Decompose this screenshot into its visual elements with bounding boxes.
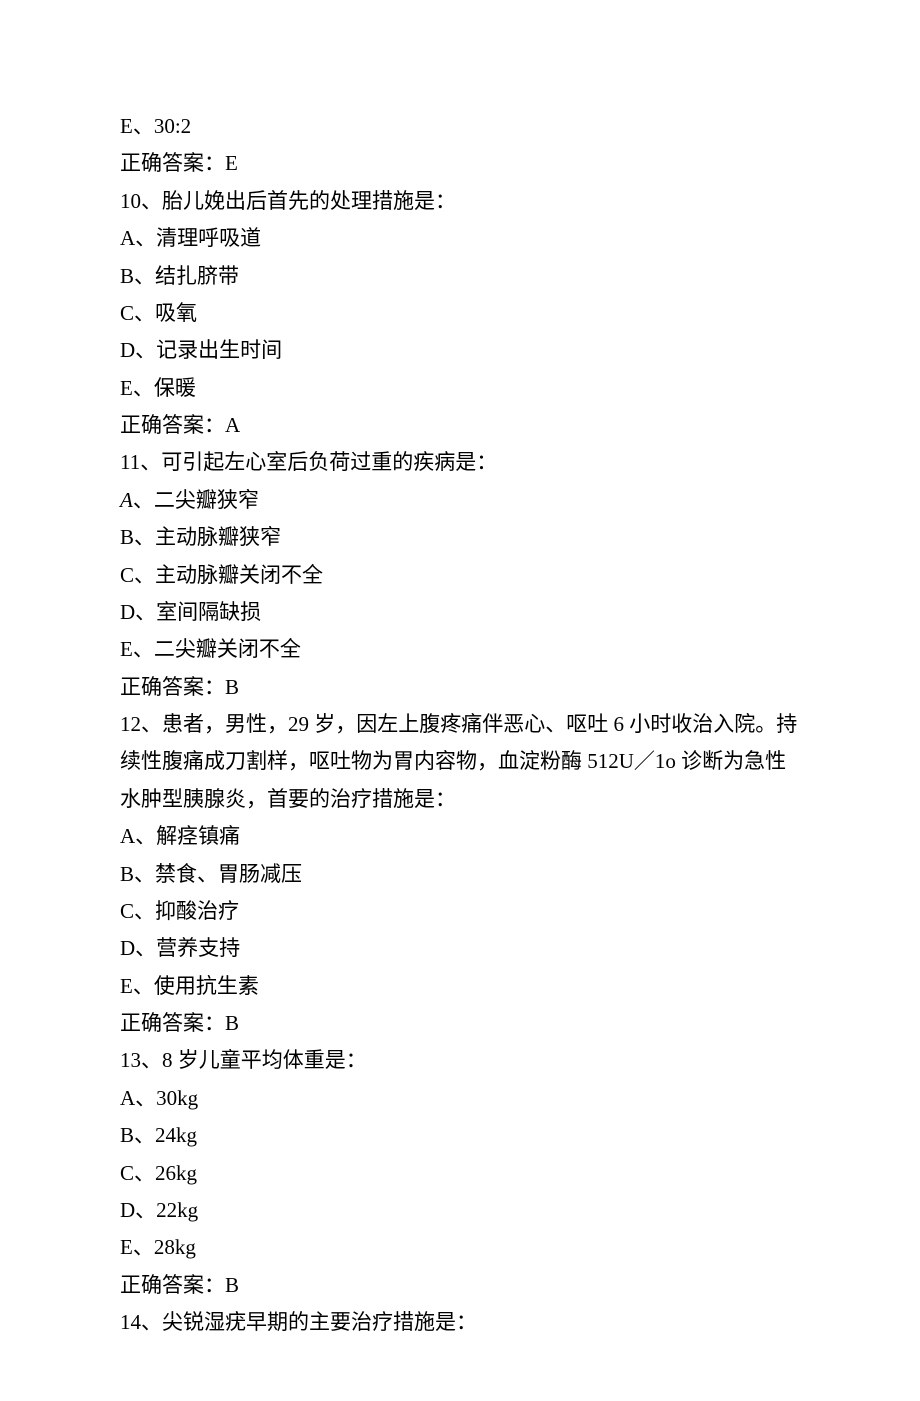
text-line: E、二尖瓣关闭不全 <box>120 631 800 668</box>
text-line: D、记录出生时间 <box>120 332 800 369</box>
text-line: 正确答案：B <box>120 1005 800 1042</box>
text-line: 正确答案：A <box>120 407 800 444</box>
document-page: E、30:2正确答案：E10、胎儿娩出后首先的处理措施是：A、清理呼吸道B、结扎… <box>0 0 920 1401</box>
text-line: 10、胎儿娩出后首先的处理措施是： <box>120 183 800 220</box>
text-line: A、解痉镇痛 <box>120 818 800 855</box>
text-line: 13、8 岁儿童平均体重是： <box>120 1042 800 1079</box>
text-line: E、28kg <box>120 1229 800 1266</box>
option-rest: 、二尖瓣狭窄 <box>133 488 259 512</box>
text-line: D、22kg <box>120 1192 800 1229</box>
text-line: E、保暖 <box>120 370 800 407</box>
text-line: B、24kg <box>120 1117 800 1154</box>
text-line: B、结扎脐带 <box>120 258 800 295</box>
option-prefix: A <box>120 488 133 512</box>
text-line: B、主动脉瓣狭窄 <box>120 519 800 556</box>
text-line: 11、可引起左心室后负荷过重的疾病是： <box>120 444 800 481</box>
text-line: C、吸氧 <box>120 295 800 332</box>
text-line: A、30kg <box>120 1080 800 1117</box>
text-line: A、清理呼吸道 <box>120 220 800 257</box>
text-line: 正确答案：B <box>120 1267 800 1304</box>
text-line: E、使用抗生素 <box>120 968 800 1005</box>
text-line: A、二尖瓣狭窄 <box>120 482 800 519</box>
text-line: 14、尖锐湿疣早期的主要治疗措施是： <box>120 1304 800 1341</box>
text-line: E、30:2 <box>120 108 800 145</box>
text-line: C、主动脉瓣关闭不全 <box>120 557 800 594</box>
text-line: D、室间隔缺损 <box>120 594 800 631</box>
text-line: 12、患者，男性，29 岁，因左上腹疼痛伴恶心、呕吐 6 小时收治入院。持续性腹… <box>120 706 800 818</box>
text-line: C、抑酸治疗 <box>120 893 800 930</box>
text-line: 正确答案：B <box>120 669 800 706</box>
text-line: 正确答案：E <box>120 145 800 182</box>
text-line: C、26kg <box>120 1155 800 1192</box>
text-line: D、营养支持 <box>120 930 800 967</box>
text-line: B、禁食、胃肠减压 <box>120 856 800 893</box>
